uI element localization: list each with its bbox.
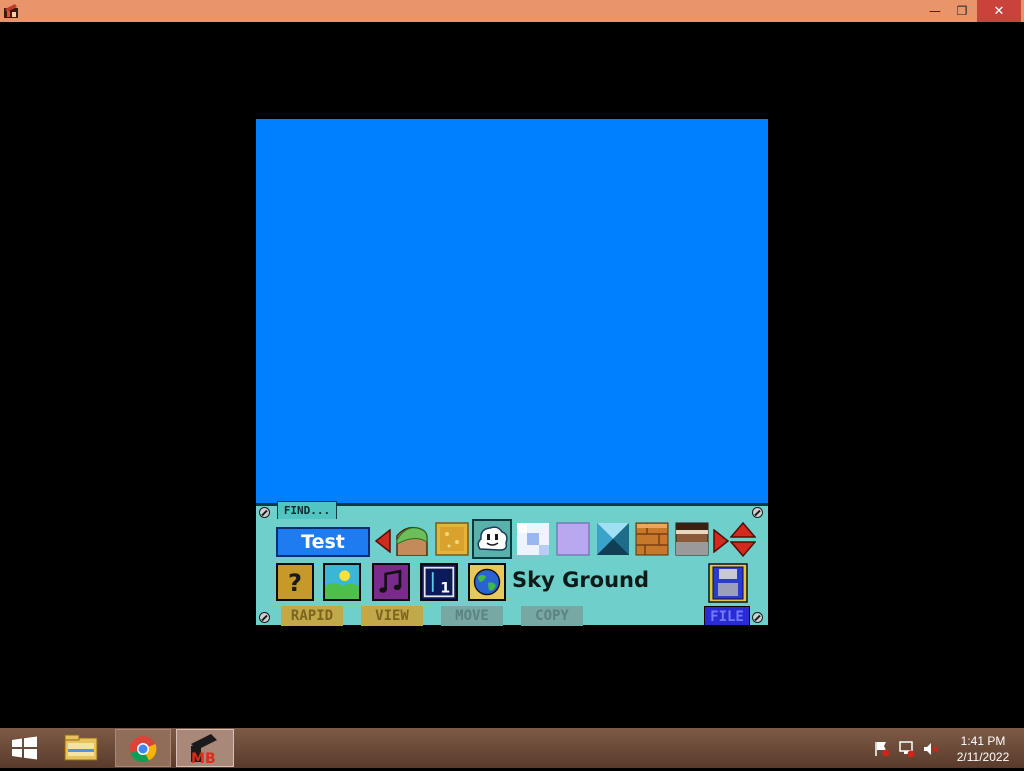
taskbar-mario-builder[interactable]: M B (176, 729, 234, 767)
file-button[interactable]: FILE (704, 606, 750, 626)
subarea-1-icon[interactable]: 1 (420, 563, 458, 601)
rapid-mode-button[interactable]: RAPID (281, 606, 343, 626)
clock-time: 1:41 PM (960, 734, 1006, 748)
volume-muted-icon[interactable] (922, 740, 940, 758)
test-button[interactable]: Test (276, 527, 370, 557)
lavender-block-tile-icon[interactable] (556, 522, 590, 556)
white-blue-checker-tile-icon[interactable] (516, 522, 550, 556)
panel-screw-icon (752, 507, 763, 518)
panel-screw-icon (752, 612, 763, 623)
restore-button[interactable]: ❐ (947, 0, 977, 22)
svg-text:M: M (191, 751, 205, 766)
svg-text:1: 1 (440, 581, 450, 597)
panel-screw-icon (259, 612, 270, 623)
clock-date: 2/11/2022 (956, 750, 1010, 764)
grass-ground-tile-icon[interactable] (395, 522, 429, 556)
find-tab[interactable]: FIND... (277, 501, 337, 519)
question-block-icon[interactable]: ? (276, 563, 314, 601)
chrome-icon (130, 736, 157, 763)
panel-screw-icon (259, 507, 270, 518)
music-note-icon[interactable] (372, 563, 410, 601)
taskbar-clock[interactable]: 1:41 PM 2/11/2022 (945, 733, 1021, 765)
scenery-sun-icon[interactable] (323, 563, 361, 601)
close-button[interactable]: ✕ (977, 0, 1021, 22)
taskbar-file-explorer[interactable] (56, 729, 108, 767)
windows-start-icon (12, 736, 37, 760)
brown-brick-tile-icon[interactable] (635, 522, 669, 556)
level-canvas[interactable] (256, 119, 768, 503)
action-center-flag-icon[interactable] (874, 740, 890, 758)
minimize-button[interactable]: — (920, 0, 950, 22)
scroll-up-down-arrow-icon[interactable] (730, 522, 756, 558)
globe-icon[interactable] (468, 563, 506, 601)
svg-text:B: B (205, 751, 216, 766)
window-title-bar[interactable]: — ❐ ✕ (0, 0, 1024, 22)
svg-text:?: ? (288, 569, 302, 597)
view-mode-button[interactable]: VIEW (361, 606, 423, 626)
stage-name-label: Sky Ground (512, 568, 650, 592)
start-button[interactable] (0, 729, 50, 767)
taskbar-chrome[interactable] (115, 729, 171, 767)
mario-builder-icon: M B (191, 734, 217, 767)
dirt-ground-tile-icon[interactable] (675, 522, 709, 556)
move-mode-button[interactable]: MOVE (441, 606, 503, 626)
folder-icon (64, 734, 98, 761)
mario-builder-app-icon[interactable] (3, 3, 19, 19)
scroll-right-arrow-icon[interactable] (712, 529, 730, 553)
floppy-disk-icon[interactable] (708, 563, 748, 603)
scroll-left-arrow-icon[interactable] (374, 529, 392, 553)
copy-mode-button[interactable]: COPY (521, 606, 583, 626)
yellow-block-tile-icon[interactable] (435, 522, 469, 556)
cloud-tile-icon[interactable] (472, 519, 512, 559)
hard-block-tile-icon[interactable] (596, 522, 630, 556)
network-icon[interactable] (898, 740, 916, 758)
